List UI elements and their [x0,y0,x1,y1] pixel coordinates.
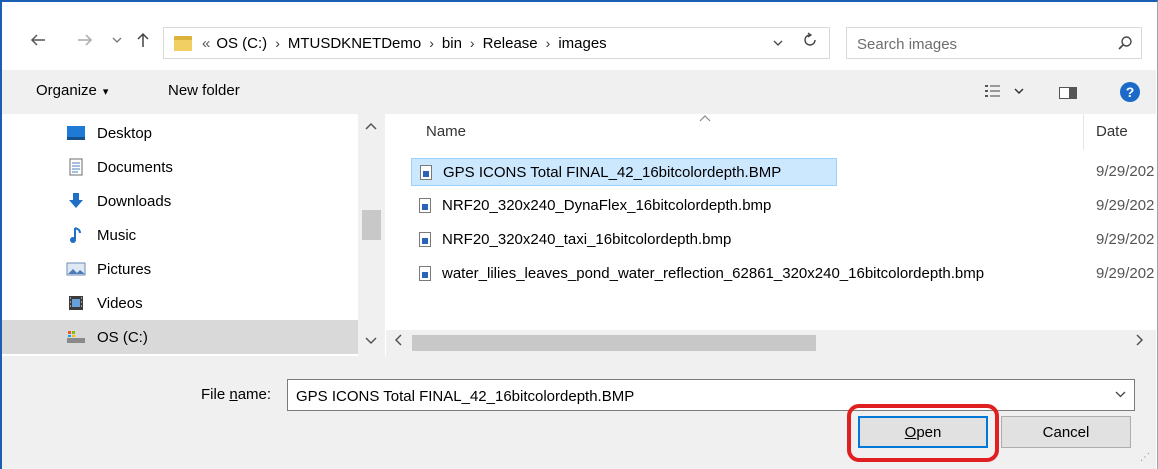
sidebar-item-label: Downloads [97,192,172,210]
open-button[interactable]: Open [858,416,988,448]
navigation-row: « OS (C:) › MTUSDKNETDemo › bin › Releas… [0,0,1158,70]
file-name: water_lilies_leaves_pond_water_reflectio… [442,265,985,282]
breadcrumb-item[interactable]: OS (C:) [216,35,267,52]
file-date: 9/29/202 [1096,231,1155,248]
bitmap-file-icon [419,266,431,281]
dialog-footer: File name: Open Cancel ⋰ [2,356,1156,469]
new-folder-button[interactable]: New folder [168,82,240,99]
search-input[interactable] [855,32,1099,56]
downloads-icon [65,191,87,211]
breadcrumb-overflow[interactable]: « [202,35,210,52]
cancel-button[interactable]: Cancel [1001,416,1131,448]
bitmap-file-icon [419,198,431,213]
file-date: 9/29/202 [1096,197,1155,214]
column-header-date[interactable]: Date [1096,123,1128,140]
breadcrumb-separator[interactable]: › [546,35,551,51]
organize-button[interactable]: Organize ▾ [36,82,108,99]
sidebar-item-label: Music [97,226,137,244]
sidebar-item-label: Videos [97,294,143,312]
drive-icon [65,327,87,347]
breadcrumb-separator[interactable]: › [470,35,475,51]
view-options-icon [985,85,1000,97]
sidebar-item-label: Pictures [97,260,152,278]
address-bar[interactable]: « OS (C:) › MTUSDKNETDemo › bin › Releas… [163,27,830,59]
sidebar-item-label: OS (C:) [97,328,148,346]
pictures-icon [65,259,87,279]
change-view-button[interactable] [984,83,1024,99]
file-row[interactable]: NRF20_320x240_DynaFlex_16bitcolordepth.b… [411,192,1156,220]
breadcrumb-item[interactable]: MTUSDKNETDemo [288,35,421,52]
file-row[interactable]: GPS ICONS Total FINAL_42_16bitcolordepth… [411,158,837,186]
scroll-right-icon[interactable] [1136,333,1144,351]
file-name-combobox[interactable] [287,379,1135,411]
forward-arrow-icon[interactable] [75,28,95,52]
sidebar-item-label: Documents [97,158,173,176]
sidebar-item-videos[interactable]: Videos [2,286,358,320]
column-header-name[interactable]: Name [426,123,466,140]
sidebar-item-pictures[interactable]: Pictures [2,252,358,286]
refresh-icon[interactable] [803,32,817,53]
scroll-thumb[interactable] [362,210,381,240]
help-icon[interactable]: ? [1120,82,1140,102]
sidebar-item-documents[interactable]: Documents [2,150,358,184]
chevron-down-icon[interactable] [110,28,124,52]
chevron-down-icon[interactable] [1115,387,1126,401]
file-row[interactable]: water_lilies_leaves_pond_water_reflectio… [411,260,1156,288]
search-box[interactable] [846,27,1142,59]
nav-scrollbar[interactable] [358,114,385,356]
chevron-down-icon [1014,88,1024,95]
file-name: GPS ICONS Total FINAL_42_16bitcolordepth… [443,164,782,181]
file-list: Name Date GPS ICONS Total FINAL_42_16bit… [386,114,1156,356]
breadcrumb-item[interactable]: images [558,35,606,52]
scroll-left-icon[interactable] [394,333,402,351]
sidebar-item-music[interactable]: Music [2,218,358,252]
folder-icon [174,35,192,51]
column-header: Name Date [386,114,1156,150]
music-icon [65,225,87,245]
caret-down-icon: ▾ [102,86,109,98]
file-name: NRF20_320x240_DynaFlex_16bitcolordepth.b… [442,197,772,214]
address-dropdown-icon[interactable] [773,36,783,50]
scroll-down-icon[interactable] [365,334,377,348]
sort-ascending-icon [699,114,711,125]
search-icon[interactable] [1117,35,1133,51]
sidebar-item-os-c[interactable]: OS (C:) [2,320,358,354]
file-row[interactable]: NRF20_320x240_taxi_16bitcolordepth.bmp 9… [411,226,1156,254]
bitmap-file-icon [419,232,431,247]
resize-grip-icon[interactable]: ⋰ [1140,452,1150,463]
command-bar: Organize ▾ New folder ? [2,70,1156,114]
sidebar-item-downloads[interactable]: Downloads [2,184,358,218]
bitmap-file-icon [420,165,432,180]
breadcrumb-item[interactable]: bin [442,35,462,52]
file-date: 9/29/202 [1096,265,1155,282]
breadcrumb-separator[interactable]: › [429,35,434,51]
file-name: NRF20_320x240_taxi_16bitcolordepth.bmp [442,231,732,248]
scroll-thumb[interactable] [412,335,816,351]
scroll-up-icon[interactable] [365,119,377,133]
navigation-pane: Desktop Documents Downloads Music Pictur… [2,114,385,356]
column-divider[interactable] [1083,114,1084,150]
file-name-label: File name: [201,386,272,403]
horizontal-scrollbar[interactable] [386,330,1156,356]
organize-label: Organize [36,82,97,99]
desktop-icon [65,123,87,143]
sidebar-item-desktop[interactable]: Desktop [2,116,358,150]
videos-icon [65,293,87,313]
up-arrow-icon[interactable] [133,28,153,52]
documents-icon [65,157,87,177]
file-date: 9/29/202 [1096,163,1155,180]
breadcrumb-separator[interactable]: › [275,35,280,51]
back-arrow-icon[interactable] [28,28,48,52]
sidebar-item-label: Desktop [97,124,153,142]
breadcrumb-item[interactable]: Release [483,35,538,52]
preview-pane-icon[interactable] [1059,87,1077,99]
